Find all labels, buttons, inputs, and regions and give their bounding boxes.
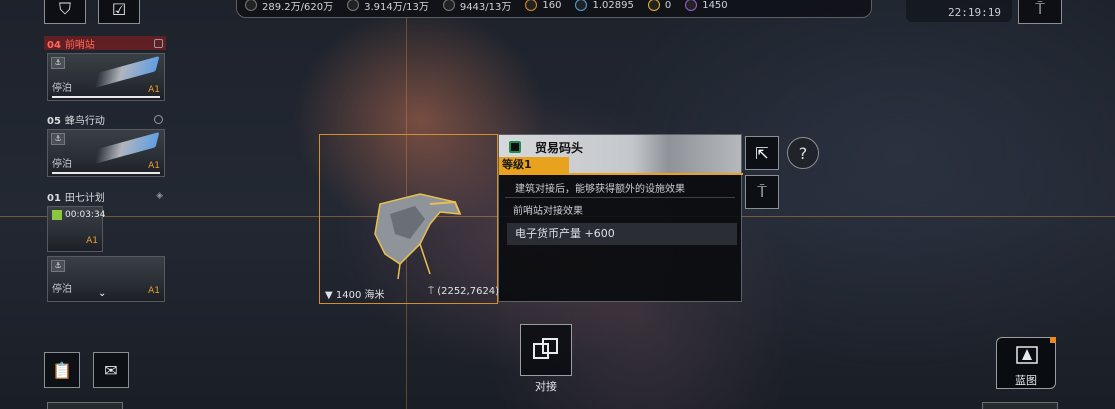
distance-label: ▼ 1400 海米 [325, 290, 385, 301]
bottom-tab-right[interactable] [982, 402, 1058, 409]
fleet-header-05[interactable]: 05 蜂鸟行动 [44, 112, 166, 127]
purple-resource-icon [685, 0, 698, 11]
expand-chevron-icon[interactable]: ⌄ [98, 288, 106, 299]
building-type-icon [509, 141, 521, 153]
target-icon: ◈ [156, 191, 163, 201]
coordinate-label: ⍑ (2252,7624) [428, 286, 500, 297]
credits-icon [245, 0, 257, 11]
fleet-header-01[interactable]: 01 田七计划 ◈ [44, 189, 166, 204]
fleet-card-01a[interactable]: 00:03:34 A1 [47, 206, 105, 252]
pin-icon: ⍑ [1035, 0, 1045, 18]
game-clock: 22:19:19 [948, 6, 1001, 19]
dock-icon [533, 338, 558, 359]
resource-crystal: 9443/13万 [442, 0, 511, 13]
resource-orange: 160 [525, 0, 561, 11]
mark-button[interactable]: ⍑ [745, 175, 779, 209]
dock-button[interactable] [520, 324, 572, 376]
metal-icon [347, 0, 360, 11]
crystal-icon [442, 0, 455, 11]
resource-bar: 289.2万/620万 3.914万/13万 9443/13万 160 1.02… [236, 0, 872, 18]
resource-blue: 1.02895 [575, 0, 634, 11]
question-icon: ? [798, 143, 808, 163]
status-circle-icon [154, 114, 163, 124]
resource-credits: 289.2万/620万 [245, 0, 333, 13]
hourglass-icon [52, 210, 62, 220]
bonus-row: 电子货币产量 +600 [507, 223, 737, 245]
mail-button[interactable]: ✉ [93, 352, 129, 388]
level-strip [499, 173, 743, 175]
fleet-health-bar [52, 96, 160, 98]
shield-icon: ⛉ [58, 0, 71, 18]
ship-icon [94, 56, 160, 88]
bottom-tab-left[interactable] [47, 402, 123, 409]
checklist-icon: ☑ [111, 0, 127, 19]
blue-resource-icon [575, 0, 588, 11]
anchor-icon: ⚓ [51, 260, 65, 272]
notes-button[interactable]: 📋 [44, 352, 80, 388]
external-link-icon: ⇱ [755, 143, 769, 163]
task-icon-button[interactable]: ☑ [98, 0, 140, 24]
info-header: 贸易码头 等级1 [499, 135, 743, 175]
dock-effect-label: 前哨站对接效果 [513, 206, 583, 217]
pin-icon: ⍑ [757, 182, 767, 201]
resource-yellow: 0 [647, 0, 671, 11]
share-button[interactable]: ⇱ [745, 136, 779, 170]
resource-metal: 3.914万/13万 [347, 0, 429, 13]
help-button[interactable]: ? [787, 137, 819, 169]
anchor-icon: ⚓ [51, 133, 65, 145]
pin-button[interactable]: ⍑ [1018, 0, 1062, 24]
ship-icon [94, 132, 160, 164]
anchor-icon: ⚓ [51, 57, 65, 69]
mail-icon: ✉ [104, 360, 118, 380]
divider [505, 197, 735, 198]
building-title: 贸易码头 [535, 141, 584, 155]
building-level: 等级1 [499, 157, 569, 173]
select-box-icon [154, 38, 163, 48]
notification-dot [1050, 337, 1056, 343]
alliance-icon-button[interactable]: ⛉ [44, 0, 86, 24]
fleet-card-04[interactable]: ⚓ 停泊 A1 [47, 53, 165, 101]
fleet-card-05[interactable]: ⚓ 停泊 A1 [47, 129, 165, 177]
yellow-resource-icon [647, 0, 660, 11]
building-info-panel: 贸易码头 等级1 建筑对接后，能够获得额外的设施效果 前哨站对接效果 电子货币产… [498, 134, 743, 302]
clipboard-icon: 📋 [52, 360, 72, 380]
fleet-health-bar [52, 172, 160, 174]
station-structure-icon[interactable] [360, 184, 470, 284]
orange-resource-icon [525, 0, 538, 11]
resource-purple: 1450 [685, 0, 728, 11]
fleet-card-01b[interactable]: ⚓ 停泊 A1 ⌄ [47, 256, 165, 302]
blueprint-label: 蓝图 [1015, 374, 1037, 387]
blueprint-button[interactable]: 蓝图 [996, 337, 1056, 389]
blueprint-icon [1016, 346, 1038, 364]
dock-button-label: 对接 [535, 380, 557, 393]
building-description: 建筑对接后，能够获得额外的设施效果 [515, 184, 685, 195]
fleet-header-04[interactable]: 04 前哨站 [44, 36, 166, 51]
